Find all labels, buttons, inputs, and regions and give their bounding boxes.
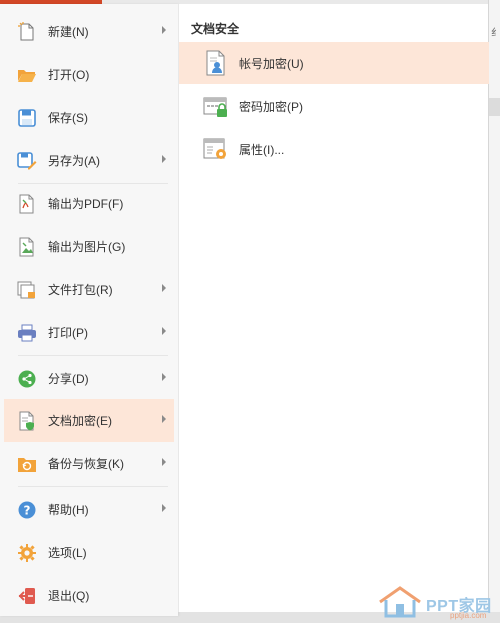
chevron-right-icon <box>162 415 166 423</box>
encrypt-submenu-panel: 文档安全 帐号加密(U) 密码加密(P) 属性(I)... <box>178 4 489 612</box>
background-document: 纟 <box>488 0 500 623</box>
menu-item-open[interactable]: 打开(O) <box>4 53 174 96</box>
submenu-item-account-encrypt[interactable]: 帐号加密(U) <box>179 42 489 84</box>
gear-icon <box>17 543 37 563</box>
save-icon <box>17 108 37 128</box>
password-lock-icon <box>203 92 229 120</box>
folder-open-icon <box>17 65 37 85</box>
menu-item-save[interactable]: 保存(S) <box>4 96 174 139</box>
menu-item-save-as[interactable]: 另存为(A) <box>4 139 174 182</box>
save-as-icon <box>17 151 37 171</box>
backup-icon <box>17 454 37 474</box>
menu-item-new[interactable]: 新建(N) <box>4 10 174 53</box>
background-highlight <box>489 98 500 116</box>
chevron-right-icon <box>162 155 166 163</box>
menu-item-help[interactable]: ? 帮助(H) <box>4 488 174 531</box>
document-lock-icon <box>17 411 37 431</box>
house-logo-icon <box>379 586 421 618</box>
menu-item-export-image[interactable]: 输出为图片(G) <box>4 225 174 268</box>
file-menu-panel: 新建(N) 打开(O) 保存(S) 另存为(A) 输出为PDF(F) 输出为图片… <box>0 4 178 616</box>
help-icon: ? <box>17 500 37 520</box>
background-text-fragment: 纟 <box>491 28 500 39</box>
watermark-logo: PPT家园 pptjia.com <box>378 586 500 620</box>
menu-item-print[interactable]: 打印(P) <box>4 311 174 354</box>
chevron-right-icon <box>162 373 166 381</box>
chevron-right-icon <box>162 284 166 292</box>
chevron-right-icon <box>162 327 166 335</box>
exit-icon <box>17 586 37 606</box>
image-export-icon <box>17 237 37 257</box>
menu-item-options[interactable]: 选项(L) <box>4 531 174 574</box>
submenu-item-password-encrypt[interactable]: 密码加密(P) <box>179 85 489 127</box>
account-lock-icon <box>203 49 229 77</box>
menu-divider <box>18 355 168 356</box>
menu-item-backup-restore[interactable]: 备份与恢复(K) <box>4 442 174 485</box>
chevron-right-icon <box>162 458 166 466</box>
pdf-export-icon <box>17 194 37 214</box>
submenu-title: 文档安全 <box>191 22 240 36</box>
printer-icon <box>17 323 37 343</box>
properties-icon <box>203 135 229 163</box>
menu-item-export-pdf[interactable]: 输出为PDF(F) <box>4 182 174 225</box>
menu-item-exit[interactable]: 退出(Q) <box>4 574 174 617</box>
menu-divider <box>18 486 168 487</box>
package-icon <box>17 280 37 300</box>
chevron-right-icon <box>162 504 166 512</box>
svg-text:?: ? <box>24 503 31 517</box>
menu-item-package[interactable]: 文件打包(R) <box>4 268 174 311</box>
new-file-icon <box>17 21 37 42</box>
share-icon <box>17 369 37 389</box>
menu-item-share[interactable]: 分享(D) <box>4 357 174 400</box>
submenu-item-properties[interactable]: 属性(I)... <box>179 128 489 170</box>
chevron-right-icon <box>162 26 166 34</box>
menu-item-document-encrypt[interactable]: 文档加密(E) <box>4 399 174 442</box>
